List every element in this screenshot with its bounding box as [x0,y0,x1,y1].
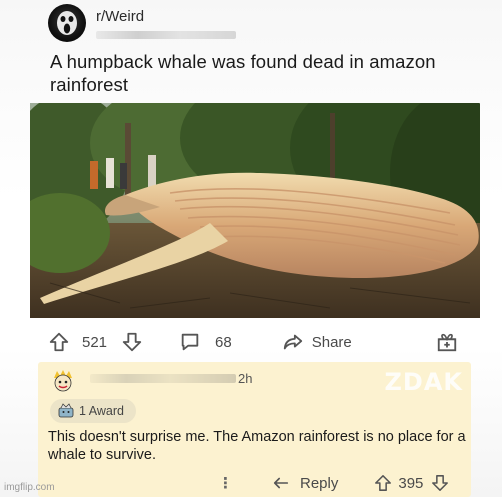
more-options-button[interactable]: ⋮ [218,474,233,492]
post-action-bar: 521 68 Share [48,326,458,358]
post-header: r/Weird [48,4,236,44]
cartoon-avatar-icon [54,370,72,392]
comment-vote-group: 395 [374,474,449,492]
gift-award-icon [437,333,457,352]
post-image[interactable] [30,103,480,318]
share-arrow-icon [283,334,302,350]
comment-card: 2h ZDAK 1 Award This doesn't surprise me… [38,362,471,497]
award-label: 1 Award [79,404,124,418]
imgflip-credit: imgflip.com [4,482,55,493]
commenter-avatar[interactable] [50,368,76,394]
watermark: ZDAK [384,368,463,396]
downvote-arrow-icon [122,332,142,352]
downvote-button[interactable] [121,331,143,353]
comment-timestamp: 2h [238,371,253,386]
commenter-username-redacted [90,374,236,383]
upvote-arrow-icon [49,332,69,352]
reply-arrow-icon [273,477,289,489]
post-score: 521 [82,333,108,351]
comment-body: This doesn't surprise me. The Amazon rai… [48,429,466,463]
comments-count: 68 [215,333,232,351]
comment-action-bar: ⋮ Reply 395 [218,472,468,494]
wholesome-award-icon [58,403,74,418]
comment-downvote-icon[interactable] [431,474,449,492]
subreddit-avatar[interactable] [48,4,86,42]
award-badge[interactable]: 1 Award [50,399,136,423]
comments-button[interactable]: 68 [179,331,232,353]
subreddit-name[interactable]: r/Weird [96,8,236,25]
reply-label: Reply [300,474,339,492]
post-meta-redacted [96,31,236,39]
reply-button[interactable]: Reply [272,474,338,492]
comment-bubble-icon [181,333,199,351]
share-button[interactable]: Share [282,331,352,353]
comment-score: 395 [398,474,424,492]
comment-upvote-icon[interactable] [374,474,392,492]
whale-photo [30,103,480,318]
post-title[interactable]: A humpback whale was found dead in amazo… [50,50,470,96]
award-button[interactable] [436,331,458,353]
screenshot-frame: r/Weird A humpback whale was found dead … [0,0,502,497]
upvote-button[interactable] [48,331,70,353]
scream-face-icon [57,11,77,35]
share-label: Share [311,333,352,351]
